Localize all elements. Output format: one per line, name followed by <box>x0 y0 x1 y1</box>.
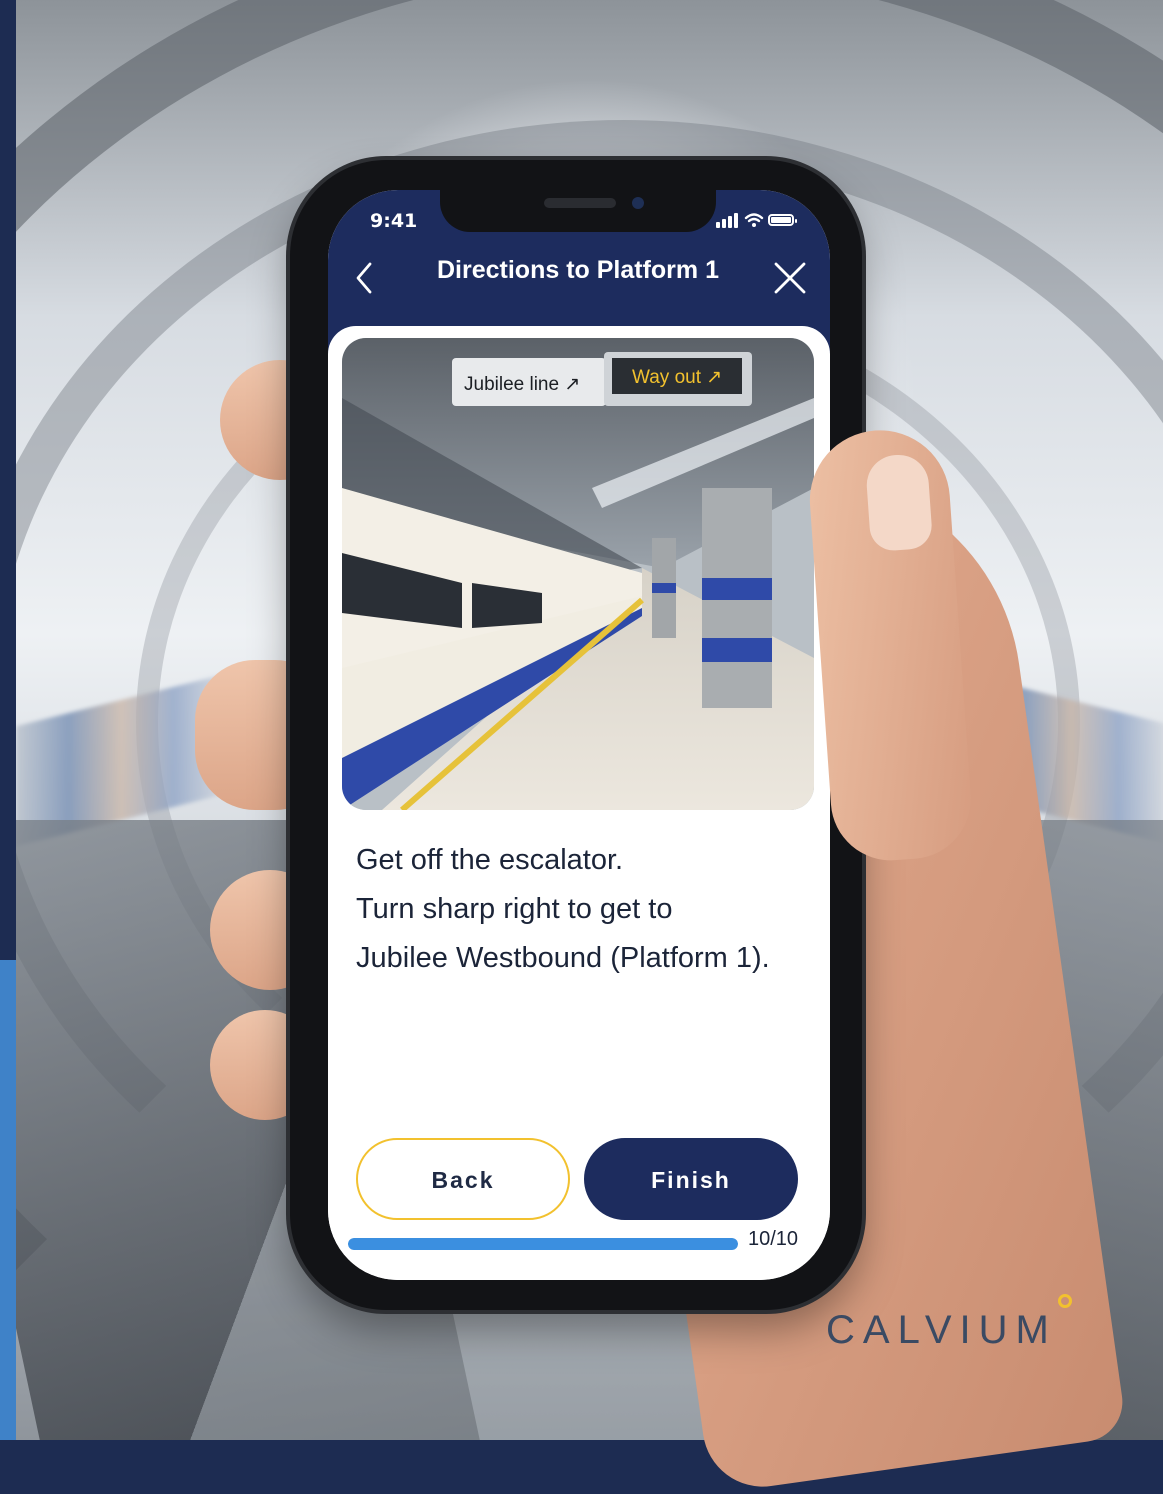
speaker-grille <box>544 198 616 208</box>
instruction-line: Jubilee Westbound (Platform 1). <box>356 942 770 974</box>
front-camera <box>632 197 644 209</box>
cellular-signal-icon <box>722 219 726 228</box>
brand-logo-text: CALVIUM <box>826 1308 1057 1352</box>
status-time: 9:41 <box>370 210 418 232</box>
cellular-signal-icon <box>728 216 732 228</box>
step-photo: Jubilee line ↗ Way out ↗ <box>342 338 814 810</box>
instruction-text: Get off the escalator. Turn sharp right … <box>356 836 806 983</box>
finish-button[interactable]: Finish <box>584 1138 798 1220</box>
brand-logo-dot <box>1058 1294 1072 1308</box>
back-nav-button[interactable] <box>350 260 380 296</box>
wifi-icon <box>744 213 764 227</box>
close-button[interactable] <box>772 260 808 296</box>
phone-screen: 9:41 Directions to Platform 1 Jubilee li… <box>328 190 830 1280</box>
chevron-left-icon <box>356 262 372 294</box>
brand-strip-bottom <box>0 960 16 1440</box>
cellular-signal-icon <box>716 222 720 228</box>
close-icon <box>774 262 806 294</box>
progress-fill <box>348 1238 738 1250</box>
phone-notch <box>440 190 716 232</box>
progress-bar <box>348 1238 738 1250</box>
status-icons <box>716 210 806 232</box>
progress-label: 10/10 <box>748 1228 799 1250</box>
step-card: Jubilee line ↗ Way out ↗ Get off the esc… <box>328 326 830 1280</box>
cellular-signal-icon <box>734 213 738 228</box>
thumbnail <box>864 452 934 553</box>
page-title: Directions to Platform 1 <box>437 256 719 284</box>
battery-icon <box>768 214 797 226</box>
brand-strip-top <box>0 0 16 960</box>
sign-jubilee-line: Jubilee line ↗ <box>464 374 580 395</box>
back-button[interactable]: Back <box>356 1138 570 1220</box>
sign-way-out: Way out ↗ <box>632 367 722 388</box>
instruction-line: Get off the escalator. <box>356 844 624 876</box>
instruction-line: Turn sharp right to get to <box>356 893 673 925</box>
platform-illustration: Jubilee line ↗ Way out ↗ <box>342 338 814 810</box>
